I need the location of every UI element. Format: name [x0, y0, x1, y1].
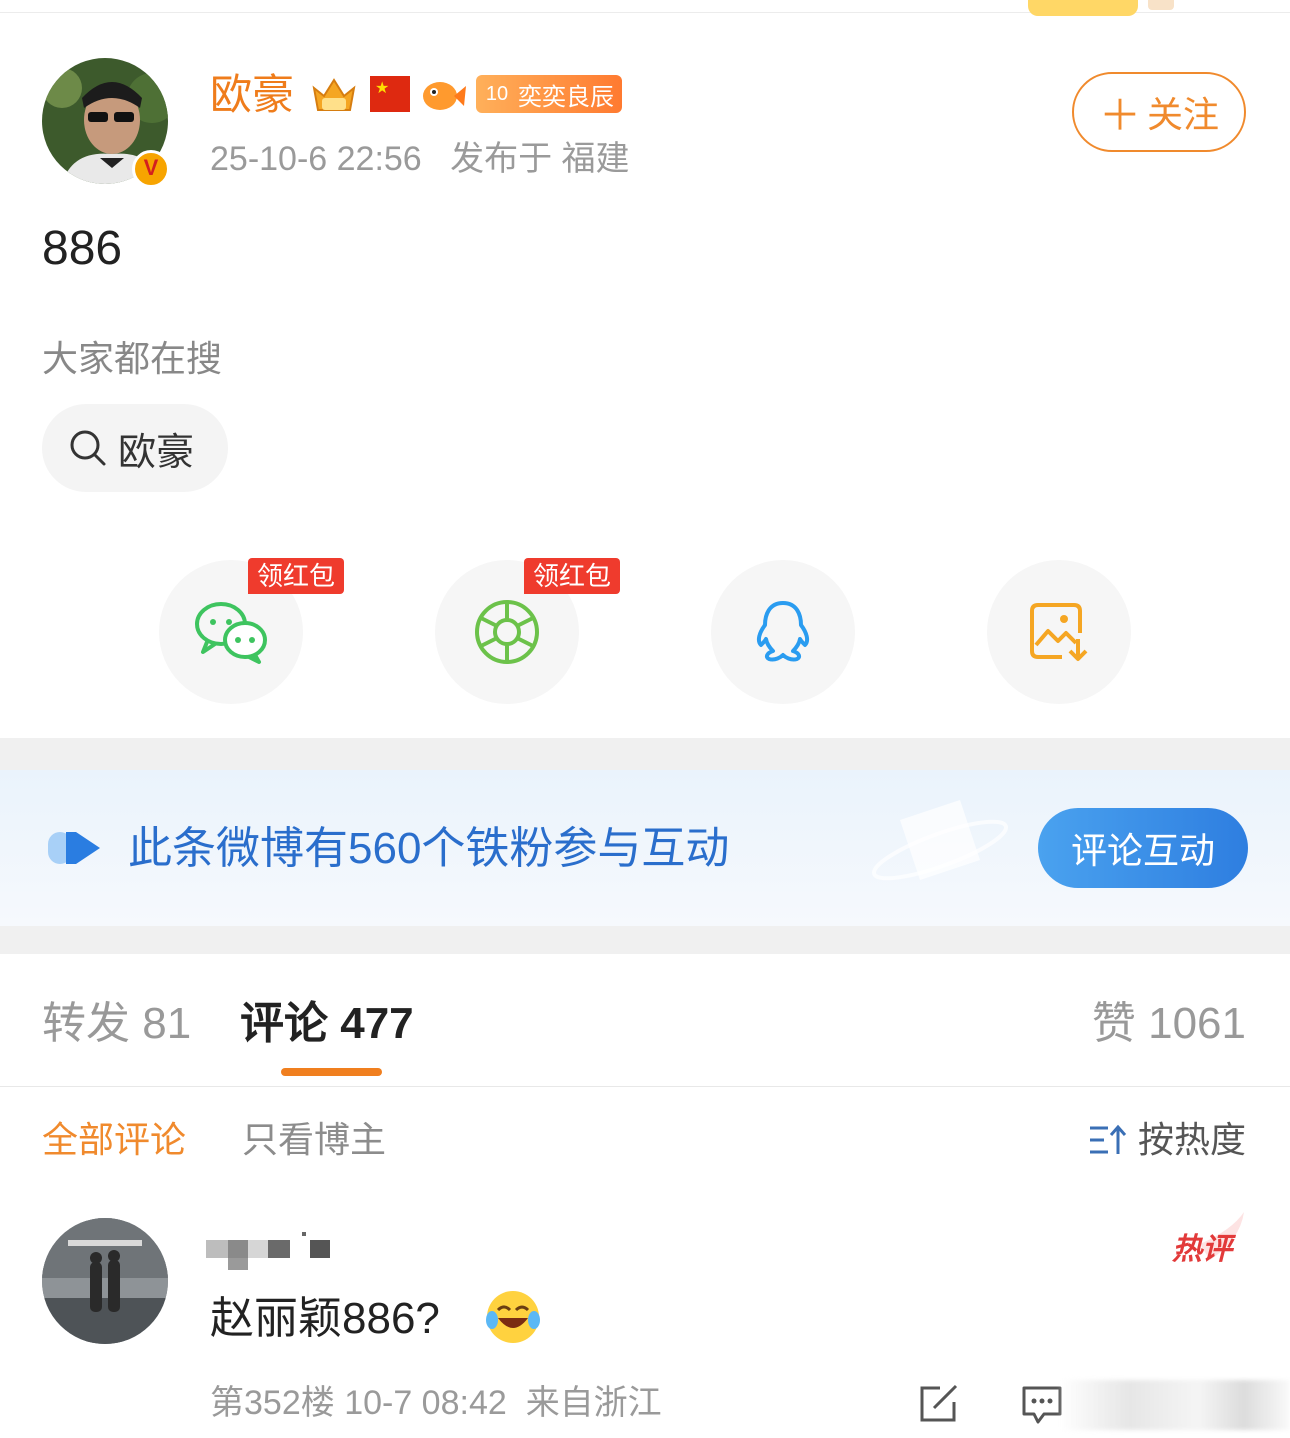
save-image-icon: [1030, 603, 1088, 661]
comment-interact-button[interactable]: 评论互动: [1038, 808, 1248, 888]
fan-badge-label: 奕奕良辰: [518, 83, 614, 111]
plus-icon: ＋: [1098, 91, 1141, 139]
section-divider: [0, 926, 1290, 954]
search-chip-label: 欧豪: [118, 431, 195, 474]
filter-author-only[interactable]: 只看博主: [242, 1118, 386, 1162]
follow-label: 关注: [1147, 94, 1220, 135]
comment-time: 10-7 08:42: [344, 1384, 507, 1422]
moments-icon: [475, 600, 539, 664]
fan-level-icon: 10: [485, 82, 509, 105]
post-meta: 25-10-6 22:56 发布于 福建: [210, 138, 630, 180]
tab-comment[interactable]: 评论 477: [240, 998, 414, 1050]
sort-by-hot-button[interactable]: 按热度: [1088, 1118, 1246, 1162]
post-content: 886: [42, 222, 123, 275]
commenter-name-mosaic[interactable]: [206, 1232, 330, 1272]
top-sticker-icon: [1028, 0, 1174, 16]
tab-comment-label: 评论: [240, 999, 328, 1048]
iron-fan-text: 此条微博有560个铁粉参与互动: [128, 824, 730, 873]
blurred-actions-area: [1060, 1380, 1290, 1430]
iron-fan-icon: [48, 832, 100, 864]
comment-text: 赵丽颖886?: [210, 1294, 440, 1343]
verified-badge-icon: V: [132, 150, 170, 188]
trending-search-title: 大家都在搜: [42, 338, 223, 379]
sort-label: 按热度: [1137, 1119, 1246, 1160]
comment-floor: 第352楼: [210, 1384, 335, 1422]
tab-divider: [0, 1086, 1290, 1087]
hongbao-badge: 领红包: [248, 558, 345, 594]
search-icon: [70, 430, 106, 466]
china-flag-icon[interactable]: [370, 76, 410, 112]
fish-badge-icon[interactable]: [420, 74, 466, 114]
tab-comment-count: 477: [340, 999, 414, 1048]
planet-decoration-icon: [871, 800, 1009, 881]
post-location: 发布于 福建: [450, 140, 630, 178]
hot-comment-badge: 热评: [1170, 1210, 1248, 1268]
trending-search-chip[interactable]: 欧豪: [42, 404, 228, 492]
active-tab-indicator: [281, 1068, 382, 1076]
comment-meta: 第352楼 10-7 08:42 来自浙江: [210, 1382, 662, 1424]
tab-like-label: 赞: [1091, 999, 1136, 1048]
section-divider: [0, 738, 1290, 770]
tab-repost-count: 81: [142, 999, 192, 1048]
follow-button[interactable]: ＋ 关注: [1072, 72, 1246, 152]
commenter-avatar[interactable]: [42, 1218, 168, 1344]
post-time: 25-10-6 22:56: [210, 140, 422, 178]
crown-badge-icon[interactable]: [308, 72, 360, 116]
author-name[interactable]: 欧豪: [210, 70, 294, 120]
sort-icon: [1089, 1124, 1127, 1154]
fan-club-badge[interactable]: 10 奕奕良辰: [476, 75, 622, 113]
hongbao-badge: 领红包: [524, 558, 621, 594]
hot-comment-label: 热评: [1172, 1233, 1232, 1266]
tab-like-count: 1061: [1148, 999, 1246, 1048]
author-badges: 10 奕奕良辰: [308, 72, 622, 116]
tab-repost-label: 转发: [42, 999, 130, 1048]
share-comment-icon[interactable]: [918, 1384, 960, 1424]
reply-comment-icon[interactable]: [1020, 1384, 1064, 1426]
wechat-icon: [195, 602, 267, 664]
comment-location: 来自浙江: [525, 1384, 662, 1422]
save-image-button[interactable]: [987, 560, 1131, 704]
tab-like[interactable]: 赞 1061: [1092, 998, 1246, 1050]
filter-all-comments[interactable]: 全部评论: [42, 1118, 186, 1162]
laughing-crying-emoji-icon: [486, 1291, 540, 1343]
share-qq-button[interactable]: [711, 560, 855, 704]
tab-repost[interactable]: 转发 81: [42, 998, 191, 1050]
qq-icon: [756, 601, 810, 662]
